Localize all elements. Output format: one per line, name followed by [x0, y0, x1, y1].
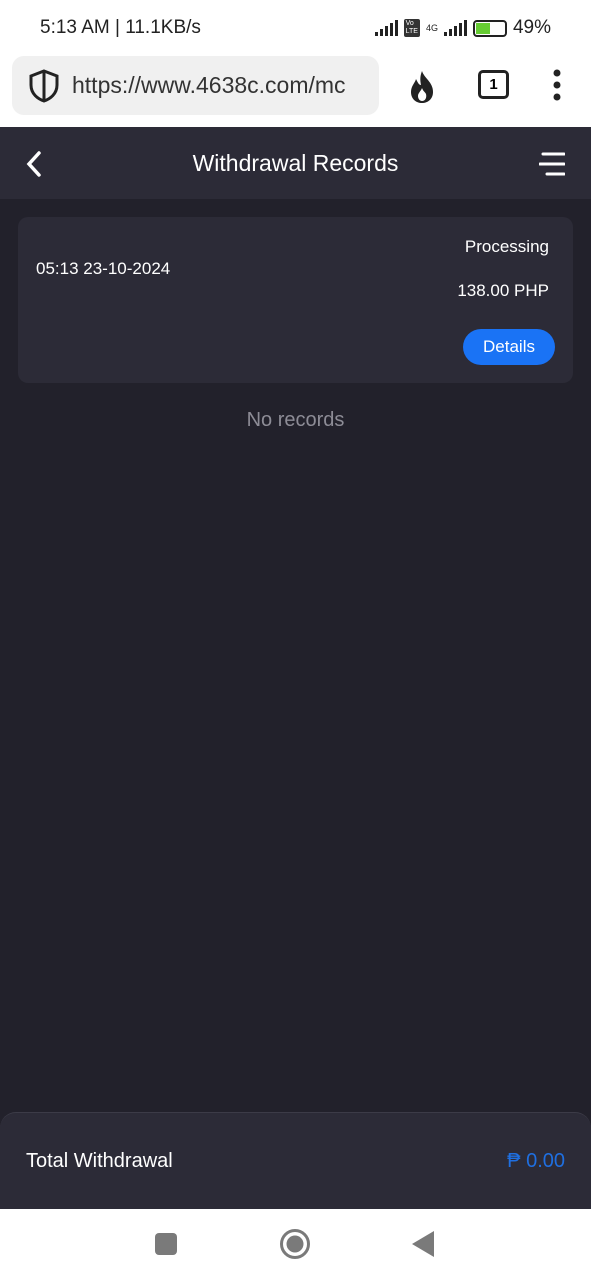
app-screen: Withdrawal Records 05:13 23-10-2024 Proc… [0, 127, 591, 1212]
home-icon[interactable] [279, 1228, 311, 1260]
browser-toolbar: https://www.4638c.com/mc 1 [0, 54, 591, 127]
record-datetime: 05:13 23-10-2024 [36, 259, 171, 278]
url-text: https://www.4638c.com/mc [72, 72, 346, 98]
address-bar[interactable]: https://www.4638c.com/mc [12, 56, 379, 115]
back-nav-icon[interactable] [412, 1231, 434, 1257]
more-menu-icon[interactable] [550, 68, 564, 102]
menu-icon[interactable] [539, 152, 565, 176]
tabs-button[interactable]: 1 [478, 70, 509, 99]
volte-icon: Vo LTE [403, 19, 420, 37]
status-bar: 5:13 AM | 11.1KB/s Vo LTE 4G 49% [0, 0, 591, 54]
system-nav-bar [0, 1209, 591, 1280]
page-header: Withdrawal Records [0, 127, 591, 199]
recents-icon[interactable] [155, 1233, 177, 1255]
total-withdrawal-label: Total Withdrawal [26, 1150, 173, 1172]
fire-icon[interactable] [406, 70, 438, 104]
total-withdrawal-value: ₱ 0.00 [507, 1150, 565, 1172]
page-title: Withdrawal Records [192, 150, 399, 176]
total-withdrawal-bar: Total Withdrawal ₱ 0.00 [0, 1112, 591, 1212]
details-button[interactable]: Details [463, 329, 555, 365]
withdrawal-record-card: 05:13 23-10-2024 Processing 138.00 PHP D… [18, 217, 573, 383]
network-type: 4G [425, 23, 438, 33]
battery-icon [472, 19, 507, 37]
shield-icon [29, 68, 59, 103]
signal-icon-2 [443, 20, 467, 36]
battery-level: 49% [512, 17, 551, 38]
record-status: Processing [464, 237, 549, 256]
record-amount: 138.00 PHP [457, 281, 549, 300]
signal-icon [374, 20, 398, 36]
no-records-text: No records [246, 409, 345, 431]
status-time-speed: 5:13 AM | 11.1KB/s [40, 17, 201, 38]
